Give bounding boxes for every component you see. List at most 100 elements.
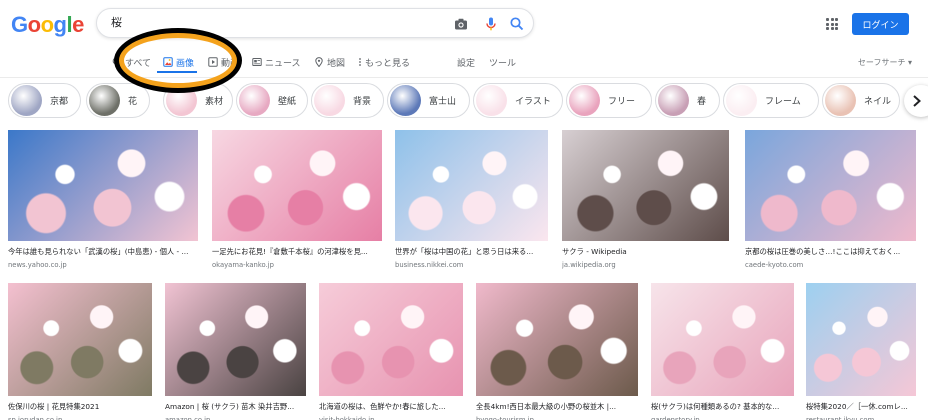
chip-1[interactable]: 花 — [86, 83, 150, 118]
result-thumbnail[interactable] — [8, 283, 152, 396]
chevron-right-icon — [913, 95, 921, 107]
chip-4[interactable]: 背景 — [311, 83, 384, 118]
result-title[interactable]: 今年は誰も見られない「武漢の桜」(中島恵) - 個人 - ... — [8, 247, 198, 257]
tab-label: すべて — [125, 58, 152, 69]
video-icon — [208, 57, 218, 67]
result-source: restaurant.ikyu.com — [806, 416, 875, 420]
chip-2[interactable]: 素材 — [163, 83, 233, 118]
chip-thumbnail — [166, 85, 197, 116]
chip-5[interactable]: 富士山 — [387, 83, 470, 118]
image-result[interactable]: Amazon | 桜 (サクラ) 苗木 染井吉野... amazon.co.jp — [165, 283, 306, 420]
image-result[interactable]: 桜特集2020／［一休.comレ... restaurant.ikyu.com — [806, 283, 916, 420]
map-pin-icon — [315, 57, 323, 67]
tabs-divider — [0, 77, 928, 78]
chip-8[interactable]: 春 — [655, 83, 720, 118]
tab-maps[interactable]: 地図 — [314, 52, 345, 72]
chip-label: 京都 — [50, 97, 69, 107]
tab-tools[interactable]: ツール — [489, 52, 516, 72]
result-title[interactable]: Amazon | 桜 (サクラ) 苗木 染井吉野... — [165, 402, 306, 412]
result-title[interactable]: 世界が「桜は中国の花」と思う日は来る... — [395, 247, 548, 257]
chip-7[interactable]: フリー — [566, 83, 652, 118]
chip-0[interactable]: 京都 — [8, 83, 81, 118]
image-icon — [163, 57, 173, 67]
tab-settings[interactable]: 設定 — [457, 52, 475, 72]
logo-letter: G — [11, 12, 28, 37]
chip-thumbnail — [89, 85, 120, 116]
result-title[interactable]: サクラ - Wikipedia — [562, 247, 729, 257]
logo-letter: e — [72, 12, 84, 37]
tab-news[interactable]: ニュース — [252, 52, 301, 72]
google-logo[interactable]: Google — [11, 12, 84, 38]
tab-label: 動画 — [221, 58, 240, 69]
chip-label: 素材 — [205, 97, 224, 107]
search-box[interactable] — [96, 8, 534, 38]
result-thumbnail[interactable] — [476, 283, 638, 396]
result-title[interactable]: 京都の桜は圧巻の美しさ…!ここは抑えておく... — [745, 247, 916, 257]
image-result[interactable]: 佐保川の桜 | 花見特集2021 sp.jorudan.co.jp — [8, 283, 152, 420]
result-source: hyogo-tourism.jp — [476, 416, 534, 420]
result-source: ja.wikipedia.org — [562, 261, 616, 269]
chip-label: ネイル — [864, 97, 892, 107]
image-result[interactable]: 桜(サクラ)は何種類あるの? 基本的な... gardenstory.jp — [651, 283, 794, 420]
chip-3[interactable]: 壁紙 — [236, 83, 308, 118]
chip-label: 花 — [128, 97, 138, 107]
tab-label: ツール — [489, 58, 517, 69]
result-source: gardenstory.jp — [651, 416, 700, 420]
result-thumbnail[interactable] — [651, 283, 794, 396]
image-result[interactable]: 京都の桜は圧巻の美しさ…!ここは抑えておく... caede-kyoto.com — [745, 130, 916, 269]
result-title[interactable]: 全長4km!西日本最大級の小野の桜並木 |... — [476, 402, 638, 412]
result-source: okayama-kanko.jp — [212, 261, 274, 269]
result-title[interactable]: 佐保川の桜 | 花見特集2021 — [8, 402, 152, 412]
chip-thumbnail — [569, 85, 600, 116]
result-source: news.yahoo.co.jp — [8, 261, 67, 269]
tab-more[interactable]: もっと見る — [358, 52, 410, 72]
tab-images[interactable]: 画像 — [163, 52, 194, 72]
result-thumbnail[interactable] — [806, 283, 916, 396]
login-button[interactable]: ログイン — [852, 13, 909, 35]
microphone-icon[interactable] — [483, 16, 499, 32]
result-thumbnail[interactable] — [395, 130, 548, 241]
result-title[interactable]: 桜特集2020／［一休.comレ... — [806, 402, 916, 412]
tab-label: ニュース — [265, 58, 301, 69]
safe-search-menu[interactable]: セーフサーチ ▾ — [858, 52, 912, 72]
chip-label: フレーム — [765, 97, 801, 107]
tab-all[interactable]: すべて — [112, 52, 151, 72]
active-tab-indicator — [157, 71, 197, 73]
tab-videos[interactable]: 動画 — [208, 52, 239, 72]
chip-6[interactable]: イラスト — [473, 83, 563, 118]
news-icon — [252, 58, 262, 66]
chip-thumbnail — [825, 85, 856, 116]
result-thumbnail[interactable] — [165, 283, 306, 396]
image-result[interactable]: 一足先にお花見!『倉敷千本桜』の河津桜を見... okayama-kanko.jp — [212, 130, 382, 269]
image-result[interactable]: 全長4km!西日本最大級の小野の桜並木 |... hyogo-tourism.jp — [476, 283, 638, 420]
chip-thumbnail — [658, 85, 689, 116]
result-thumbnail[interactable] — [319, 283, 463, 396]
result-title[interactable]: 桜(サクラ)は何種類あるの? 基本的な... — [651, 402, 794, 412]
image-result[interactable]: 世界が「桜は中国の花」と思う日は来る... business.nikkei.com — [395, 130, 548, 269]
search-input[interactable] — [111, 15, 441, 28]
result-thumbnail[interactable] — [212, 130, 382, 241]
result-thumbnail[interactable] — [8, 130, 198, 241]
logo-letter: o — [27, 12, 41, 37]
image-result[interactable]: 北海道の桜は、色鮮やか!春に旅した... visit-hokkaido.jp — [319, 283, 463, 420]
logo-letter: o — [40, 12, 54, 37]
result-thumbnail[interactable] — [562, 130, 729, 241]
apps-grid-icon[interactable] — [826, 18, 838, 30]
result-source: sp.jorudan.co.jp — [8, 416, 63, 420]
camera-icon[interactable] — [453, 16, 469, 32]
result-source: visit-hokkaido.jp — [319, 416, 375, 420]
image-result[interactable]: 今年は誰も見られない「武漢の桜」(中島恵) - 個人 - ... news.yah… — [8, 130, 198, 269]
chip-9[interactable]: フレーム — [723, 83, 819, 118]
chip-thumbnail — [239, 85, 270, 116]
result-thumbnail[interactable] — [745, 130, 916, 241]
result-title[interactable]: 北海道の桜は、色鮮やか!春に旅した... — [319, 402, 463, 412]
tab-label: 地図 — [327, 58, 346, 69]
image-result[interactable]: サクラ - Wikipedia ja.wikipedia.org — [562, 130, 729, 269]
search-icon[interactable] — [509, 16, 525, 32]
chip-label: 春 — [697, 97, 707, 107]
result-source: amazon.co.jp — [165, 416, 211, 420]
result-title[interactable]: 一足先にお花見!『倉敷千本桜』の河津桜を見... — [212, 247, 382, 257]
chip-10[interactable]: ネイル — [822, 83, 900, 118]
tab-label: もっと見る — [365, 58, 411, 69]
more-icon — [359, 58, 361, 66]
